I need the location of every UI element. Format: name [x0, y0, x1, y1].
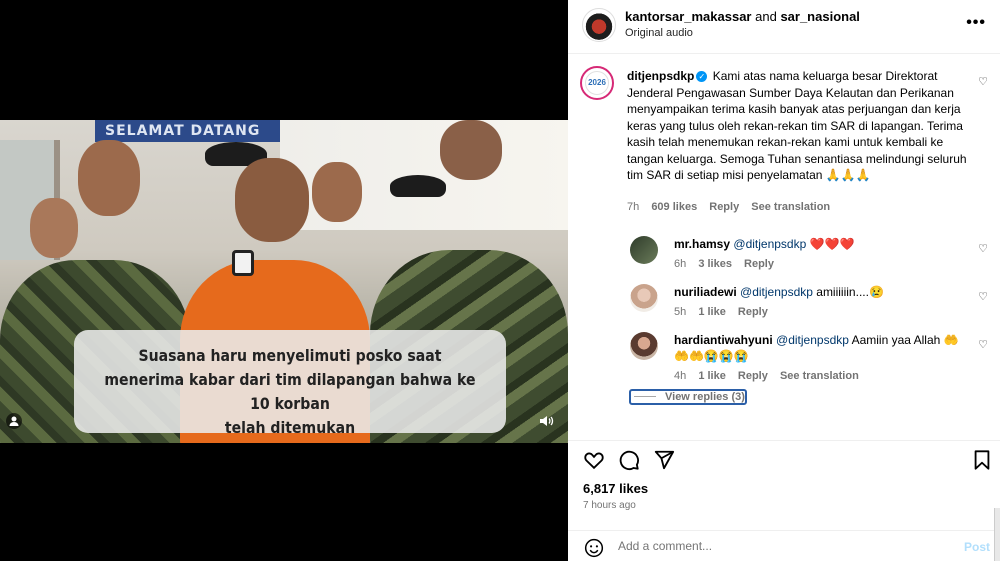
- post-likes[interactable]: 6,817 likes: [583, 481, 648, 496]
- reply-button[interactable]: Reply: [709, 201, 739, 213]
- comment-text: Kami atas nama keluarga besar Direktorat…: [627, 69, 967, 182]
- view-replies-button[interactable]: View replies (3): [629, 389, 747, 405]
- video-frame[interactable]: SELAMAT DATANG Suasana haru menyelimuti …: [0, 120, 568, 443]
- more-icon[interactable]: •••: [966, 14, 986, 32]
- video-caption: Suasana haru menyelimuti posko saat mene…: [74, 330, 506, 437]
- audio-label[interactable]: Original audio: [625, 27, 693, 39]
- avatar[interactable]: [630, 332, 658, 360]
- reply-text: nuriliadewi @ditjenpsdkp amiiiiiin....😢: [674, 284, 964, 300]
- comment-time: 4h: [674, 370, 687, 382]
- mention-link[interactable]: @ditjenpsdkp: [733, 237, 806, 251]
- caption-line: telah ditemukan: [224, 418, 356, 437]
- author-link[interactable]: sar_nasional: [780, 9, 860, 24]
- person-head: [78, 140, 140, 216]
- comment-meta: 6h 3 likes Reply: [674, 258, 783, 270]
- comment-likes[interactable]: 609 likes: [651, 201, 697, 213]
- person-head-crying: [235, 158, 309, 242]
- see-translation-button[interactable]: See translation: [751, 201, 830, 213]
- heart-icon[interactable]: [583, 449, 605, 471]
- heart-icon[interactable]: ♡: [978, 75, 988, 88]
- divider-line: [634, 396, 656, 397]
- comment-likes[interactable]: 3 likes: [698, 258, 732, 270]
- user-icon[interactable]: [6, 413, 22, 429]
- comment-likes[interactable]: 1 like: [698, 306, 726, 318]
- police-cap: [390, 175, 446, 197]
- author-joiner: and: [755, 9, 777, 24]
- reply-item: nuriliadewi @ditjenpsdkp amiiiiiin....😢 …: [630, 284, 980, 324]
- avatar[interactable]: [630, 236, 658, 264]
- comment-meta: 7h 609 likes Reply See translation: [627, 201, 839, 213]
- reply-text: hardiantiwahyuni @ditjenpsdkp Aamiin yaa…: [674, 332, 964, 364]
- post-button[interactable]: Post: [964, 540, 990, 554]
- comment-meta: 4h 1 like Reply See translation: [674, 370, 868, 382]
- comment-time: 5h: [674, 306, 687, 318]
- add-comment-input[interactable]: [618, 539, 938, 553]
- heart-icon[interactable]: ♡: [978, 338, 988, 351]
- reply-button[interactable]: Reply: [744, 258, 774, 270]
- avatar[interactable]: [582, 8, 616, 42]
- comment-likes[interactable]: 1 like: [698, 370, 726, 382]
- post-time: 7 hours ago: [583, 500, 636, 511]
- post-authors: kantorsar_makassar and sar_nasional: [625, 9, 860, 24]
- avatar[interactable]: [630, 284, 658, 312]
- see-translation-button[interactable]: See translation: [780, 370, 859, 382]
- comment-time: 7h: [627, 201, 640, 213]
- person-head: [30, 198, 78, 258]
- caption-line: menerima kabar dari tim dilapangan bahwa…: [104, 370, 476, 413]
- wristwatch: [232, 250, 254, 276]
- add-comment-bar: Post: [568, 530, 1000, 561]
- caption-line: Suasana haru menyelimuti posko saat: [138, 346, 442, 365]
- emoji-icon[interactable]: [584, 538, 604, 558]
- comment-time: 6h: [674, 258, 687, 270]
- comment-text: amiiiiiin....😢: [816, 285, 884, 299]
- heart-icon[interactable]: ♡: [978, 290, 988, 303]
- comment-meta: 5h 1 like Reply: [674, 306, 777, 318]
- author-link[interactable]: kantorsar_makassar: [625, 9, 751, 24]
- welcome-banner: SELAMAT DATANG: [95, 120, 280, 142]
- comment-text: ❤️❤️❤️: [809, 237, 855, 251]
- post-panel: kantorsar_makassar and sar_nasional Orig…: [568, 0, 1000, 561]
- person-head: [312, 162, 362, 222]
- reply-item: mr.hamsy @ditjenpsdkp ❤️❤️❤️ 6h 3 likes …: [630, 236, 980, 276]
- post-header: kantorsar_makassar and sar_nasional Orig…: [568, 0, 1000, 54]
- person-head: [440, 120, 502, 180]
- main-comment: ditjenpsdkp ✓ Kami atas nama keluarga bes…: [627, 68, 972, 184]
- heart-icon[interactable]: ♡: [978, 242, 988, 255]
- reply-text: mr.hamsy @ditjenpsdkp ❤️❤️❤️: [674, 236, 964, 252]
- mention-link[interactable]: @ditjenpsdkp: [776, 333, 849, 347]
- bookmark-icon[interactable]: [971, 449, 993, 471]
- avatar-logo: 2026: [585, 71, 609, 95]
- reply-button[interactable]: Reply: [738, 306, 768, 318]
- comment-username[interactable]: ditjenpsdkp: [627, 69, 694, 83]
- post-actions: [568, 440, 1000, 474]
- reply-button[interactable]: Reply: [738, 370, 768, 382]
- video-player[interactable]: SELAMAT DATANG Suasana haru menyelimuti …: [0, 0, 568, 561]
- speaker-icon[interactable]: [538, 413, 554, 429]
- comment-icon[interactable]: [618, 449, 640, 471]
- scrollbar[interactable]: [994, 508, 1000, 561]
- mention-link[interactable]: @ditjenpsdkp: [740, 285, 813, 299]
- verified-icon: ✓: [696, 71, 708, 82]
- view-replies-label: View replies (3): [665, 391, 745, 403]
- share-icon[interactable]: [653, 449, 675, 471]
- comment-username[interactable]: nuriliadewi: [674, 285, 737, 299]
- reply-item: hardiantiwahyuni @ditjenpsdkp Aamiin yaa…: [630, 332, 980, 384]
- comment-username[interactable]: hardiantiwahyuni: [674, 333, 773, 347]
- comment-username[interactable]: mr.hamsy: [674, 237, 730, 251]
- avatar[interactable]: 2026: [580, 66, 614, 100]
- comments-list[interactable]: 2026 ditjenpsdkp ✓ Kami atas nama keluarg…: [568, 55, 1000, 440]
